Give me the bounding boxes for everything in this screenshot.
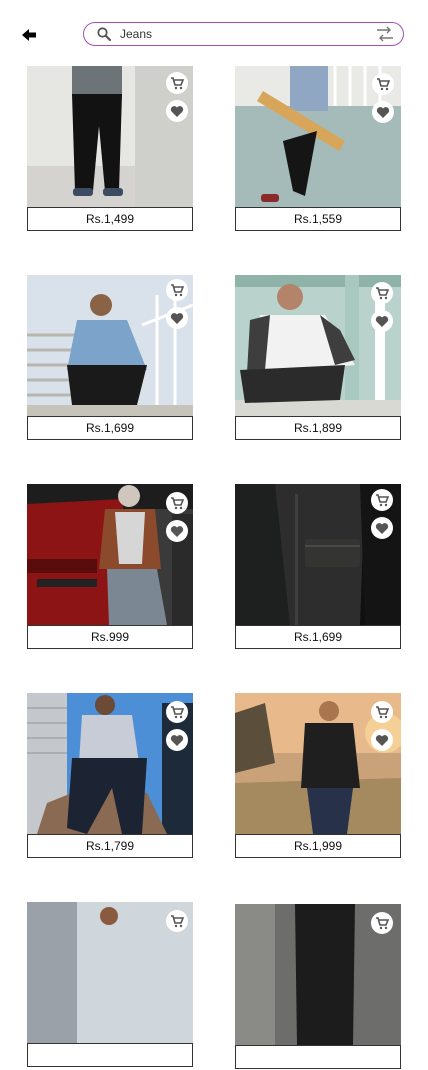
add-to-cart-button[interactable]: [166, 910, 188, 932]
top-bar: [0, 0, 428, 66]
product-card[interactable]: Rs.1,899: [235, 275, 401, 441]
product-card[interactable]: [235, 904, 401, 1070]
heart-icon: [170, 525, 184, 537]
product-card[interactable]: Rs.1,699: [235, 484, 401, 650]
wishlist-button[interactable]: [372, 101, 394, 123]
cart-icon: [377, 78, 390, 91]
cart-icon: [171, 284, 184, 297]
wishlist-button[interactable]: [166, 729, 188, 751]
cart-icon: [171, 77, 184, 90]
filter-sort-icon[interactable]: [375, 25, 395, 43]
cart-icon: [376, 917, 389, 930]
cart-icon: [171, 706, 184, 719]
wishlist-button[interactable]: [166, 100, 188, 122]
add-to-cart-button[interactable]: [371, 489, 393, 511]
product-price: Rs.1,559: [235, 207, 401, 231]
cart-icon: [376, 287, 389, 300]
cart-icon: [171, 497, 184, 510]
product-card[interactable]: [27, 902, 193, 1068]
product-card[interactable]: Rs.999: [27, 484, 193, 650]
product-price: Rs.1,499: [27, 207, 193, 231]
heart-icon: [170, 734, 184, 746]
heart-icon: [375, 734, 389, 746]
wishlist-button[interactable]: [166, 307, 188, 329]
cart-icon: [376, 494, 389, 507]
arrow-left-icon: [22, 29, 36, 41]
product-card[interactable]: Rs.1,499: [27, 66, 193, 232]
product-price: Rs.1,799: [27, 834, 193, 858]
add-to-cart-button[interactable]: [371, 701, 393, 723]
search-input[interactable]: [120, 25, 370, 43]
product-card[interactable]: Rs.1,559: [235, 66, 401, 232]
heart-icon: [170, 105, 184, 117]
search-bar[interactable]: [83, 22, 404, 46]
heart-icon: [375, 315, 389, 327]
product-grid: Rs.1,499 Rs.1,559 Rs.1,699 Rs.1,899 Rs.9…: [0, 0, 428, 1069]
heart-icon: [170, 312, 184, 324]
add-to-cart-button[interactable]: [371, 912, 393, 934]
add-to-cart-button[interactable]: [371, 282, 393, 304]
add-to-cart-button[interactable]: [166, 279, 188, 301]
product-price: [235, 1045, 401, 1069]
product-price: Rs.999: [27, 625, 193, 649]
search-icon: [96, 26, 112, 42]
product-price: Rs.1,699: [27, 416, 193, 440]
product-price: Rs.1,899: [235, 416, 401, 440]
wishlist-button[interactable]: [371, 310, 393, 332]
product-price: Rs.1,999: [235, 834, 401, 858]
wishlist-button[interactable]: [371, 517, 393, 539]
heart-icon: [376, 106, 390, 118]
cart-icon: [376, 706, 389, 719]
product-card[interactable]: Rs.1,699: [27, 275, 193, 441]
wishlist-button[interactable]: [371, 729, 393, 751]
back-button[interactable]: [20, 26, 40, 44]
add-to-cart-button[interactable]: [166, 72, 188, 94]
add-to-cart-button[interactable]: [372, 73, 394, 95]
add-to-cart-button[interactable]: [166, 492, 188, 514]
product-price: [27, 1043, 193, 1067]
product-price: Rs.1,699: [235, 625, 401, 649]
product-card[interactable]: Rs.1,799: [27, 693, 193, 859]
heart-icon: [375, 522, 389, 534]
wishlist-button[interactable]: [166, 520, 188, 542]
product-card[interactable]: Rs.1,999: [235, 693, 401, 859]
add-to-cart-button[interactable]: [166, 701, 188, 723]
